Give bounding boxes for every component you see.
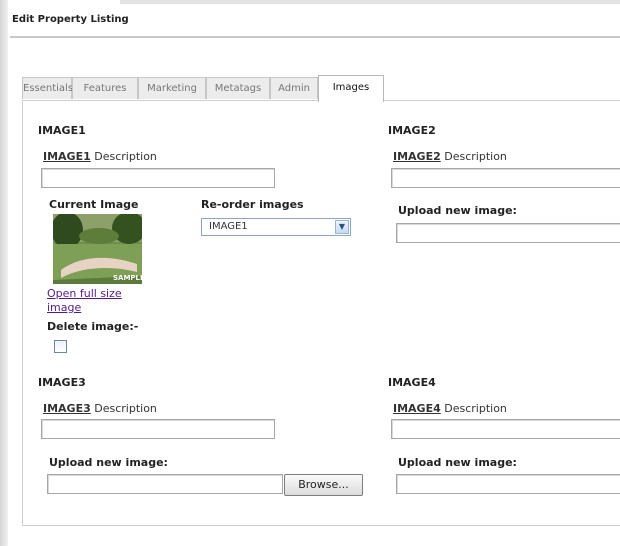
left-edge — [0, 0, 8, 546]
current-image-label: Current Image — [49, 198, 139, 211]
image3-upload-input[interactable] — [47, 474, 283, 494]
image2-upload-input[interactable] — [396, 223, 620, 243]
image3-description-label: IMAGE3 Description — [43, 402, 157, 415]
delete-image-checkbox[interactable] — [54, 340, 67, 353]
image4-description-label: IMAGE4 Description — [393, 402, 507, 415]
tab-features[interactable]: Features — [72, 77, 138, 99]
page-title: Edit Property Listing — [12, 14, 129, 25]
image3-upload-label: Upload new image: — [49, 456, 168, 469]
thumbnail-badge: SAMPLE — [113, 274, 142, 282]
current-image-thumbnail[interactable]: SAMPLE — [53, 214, 142, 284]
tab-marketing[interactable]: Marketing — [138, 77, 206, 99]
reorder-images-label: Re-order images — [201, 198, 304, 211]
image4-upload-input[interactable] — [396, 474, 620, 494]
image2-description-label: IMAGE2 Description — [393, 150, 507, 163]
title-divider — [10, 36, 620, 38]
image3-heading: IMAGE3 — [38, 376, 86, 389]
image3-description-input[interactable] — [41, 419, 275, 439]
image2-description-input[interactable] — [391, 168, 620, 188]
image1-description-input[interactable] — [41, 168, 275, 188]
image4-upload-label: Upload new image: — [398, 456, 517, 469]
image1-heading: IMAGE1 — [38, 124, 86, 137]
top-border — [120, 0, 620, 4]
open-full-size-image-link[interactable]: Open full size image — [47, 287, 157, 315]
delete-image-label: Delete image:- — [47, 320, 139, 333]
tab-essentials[interactable]: Essentials — [22, 77, 73, 99]
reorder-images-select[interactable]: IMAGE1 ▼ — [201, 218, 351, 236]
image2-upload-label: Upload new image: — [398, 204, 517, 217]
image4-description-input[interactable] — [391, 419, 620, 439]
image1-description-label: IMAGE1 Description — [43, 150, 157, 163]
tab-admin[interactable]: Admin — [270, 77, 318, 99]
tab-images[interactable]: Images — [318, 75, 384, 102]
tab-bar: Essentials Features Marketing Metatags A… — [22, 75, 620, 102]
chevron-down-icon[interactable]: ▼ — [335, 220, 349, 234]
image4-heading: IMAGE4 — [388, 376, 436, 389]
image2-heading: IMAGE2 — [388, 124, 436, 137]
tab-metatags[interactable]: Metatags — [206, 77, 270, 99]
image3-browse-button[interactable]: Browse... — [284, 474, 363, 496]
